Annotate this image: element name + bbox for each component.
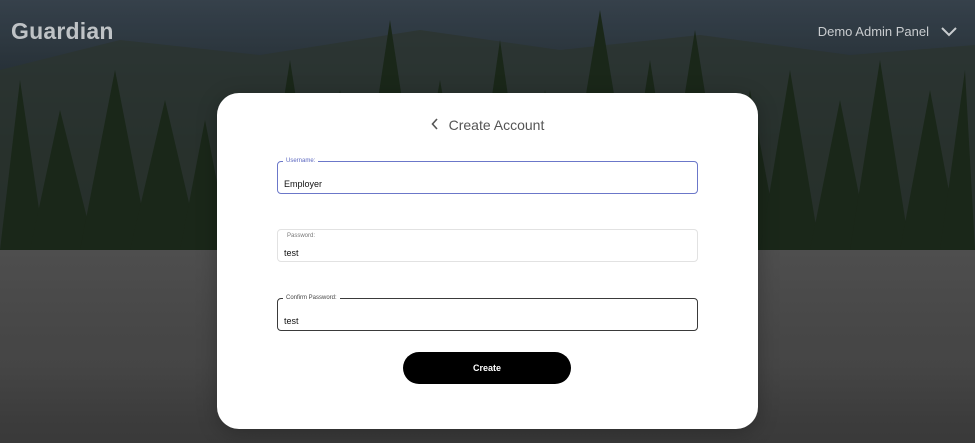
admin-panel-menu[interactable]: Demo Admin Panel xyxy=(818,24,957,39)
create-button[interactable]: Create xyxy=(403,352,571,384)
password-input[interactable] xyxy=(278,230,697,261)
username-field[interactable]: Username: xyxy=(277,157,698,194)
chevron-left-icon xyxy=(431,117,439,133)
admin-panel-label: Demo Admin Panel xyxy=(817,24,929,39)
confirm-password-input[interactable] xyxy=(278,299,697,330)
username-input[interactable] xyxy=(278,162,697,193)
back-button[interactable]: Create Account xyxy=(431,117,545,133)
app-logo[interactable]: Guardian xyxy=(11,18,114,45)
chevron-down-icon xyxy=(941,26,957,37)
confirm-password-field[interactable]: Confirm Password: xyxy=(277,294,698,331)
create-account-card: Create Account Username: Password: Confi… xyxy=(217,93,758,429)
card-header: Create Account xyxy=(217,117,758,133)
page-title: Create Account xyxy=(448,117,545,133)
password-field[interactable]: Password: xyxy=(277,229,698,262)
